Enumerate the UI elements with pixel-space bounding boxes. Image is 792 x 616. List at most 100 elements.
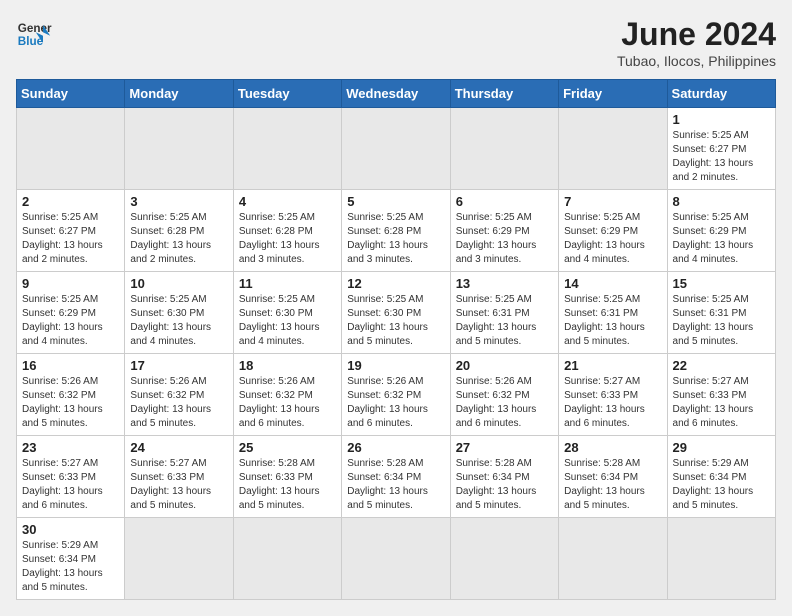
day-number: 6	[456, 194, 553, 209]
weekday-sunday: Sunday	[17, 80, 125, 108]
calendar-cell: 8Sunrise: 5:25 AM Sunset: 6:29 PM Daylig…	[667, 190, 775, 272]
day-info: Sunrise: 5:25 AM Sunset: 6:28 PM Dayligh…	[347, 211, 444, 267]
day-number: 21	[564, 358, 661, 373]
calendar-cell	[667, 518, 775, 600]
calendar-table: SundayMondayTuesdayWednesdayThursdayFrid…	[16, 79, 776, 600]
day-number: 1	[673, 112, 770, 127]
logo: General Blue	[16, 16, 52, 52]
calendar-cell	[342, 108, 450, 190]
day-number: 18	[239, 358, 336, 373]
calendar-cell: 10 Sunrise: 5:25 AM Sunset: 6:30 PM Dayli…	[125, 272, 233, 354]
weekday-friday: Friday	[559, 80, 667, 108]
day-info: Sunrise: 5:27 AM Sunset: 6:33 PM Dayligh…	[130, 457, 227, 513]
calendar-cell: 13Sunrise: 5:25 AM Sunset: 6:31 PM Dayli…	[450, 272, 558, 354]
day-info: Sunrise: 5:25 AM Sunset: 6:30 PM Dayligh…	[130, 293, 227, 349]
calendar-cell: 25Sunrise: 5:28 AM Sunset: 6:33 PM Dayli…	[233, 436, 341, 518]
calendar-cell: 4 Sunrise: 5:25 AM Sunset: 6:28 PM Daylig…	[233, 190, 341, 272]
day-number: 20	[456, 358, 553, 373]
day-number: 9	[22, 276, 119, 291]
day-info: Sunrise: 5:29 AM Sunset: 6:34 PM Dayligh…	[22, 539, 119, 595]
day-number: 17	[130, 358, 227, 373]
day-number: 22	[673, 358, 770, 373]
day-number: 13	[456, 276, 553, 291]
header: General Blue June 2024 Tubao, Ilocos, Ph…	[16, 16, 776, 69]
calendar-cell	[559, 108, 667, 190]
day-info: Sunrise: 5:25 AM Sunset: 6:29 PM Dayligh…	[22, 293, 119, 349]
calendar-cell: 14Sunrise: 5:25 AM Sunset: 6:31 PM Dayli…	[559, 272, 667, 354]
calendar-week-2: 2 Sunrise: 5:25 AM Sunset: 6:27 PM Daylig…	[17, 190, 776, 272]
day-number: 5	[347, 194, 444, 209]
calendar-cell	[17, 108, 125, 190]
day-number: 29	[673, 440, 770, 455]
day-info: Sunrise: 5:27 AM Sunset: 6:33 PM Dayligh…	[673, 375, 770, 431]
calendar-cell: 5 Sunrise: 5:25 AM Sunset: 6:28 PM Daylig…	[342, 190, 450, 272]
day-number: 30	[22, 522, 119, 537]
day-info: Sunrise: 5:28 AM Sunset: 6:34 PM Dayligh…	[347, 457, 444, 513]
day-number: 15	[673, 276, 770, 291]
day-number: 24	[130, 440, 227, 455]
calendar-cell: 30 Sunrise: 5:29 AM Sunset: 6:34 PM Dayli…	[17, 518, 125, 600]
day-info: Sunrise: 5:26 AM Sunset: 6:32 PM Dayligh…	[130, 375, 227, 431]
day-info: Sunrise: 5:26 AM Sunset: 6:32 PM Dayligh…	[456, 375, 553, 431]
day-info: Sunrise: 5:25 AM Sunset: 6:29 PM Dayligh…	[673, 211, 770, 267]
page-container: General Blue June 2024 Tubao, Ilocos, Ph…	[16, 16, 776, 600]
day-number: 26	[347, 440, 444, 455]
day-number: 10	[130, 276, 227, 291]
weekday-header-row: SundayMondayTuesdayWednesdayThursdayFrid…	[17, 80, 776, 108]
calendar-week-6: 30 Sunrise: 5:29 AM Sunset: 6:34 PM Dayli…	[17, 518, 776, 600]
calendar-cell: 15 Sunrise: 5:25 AM Sunset: 6:31 PM Dayli…	[667, 272, 775, 354]
calendar-cell: 16Sunrise: 5:26 AM Sunset: 6:32 PM Dayli…	[17, 354, 125, 436]
logo-icon: General Blue	[16, 16, 52, 52]
calendar-cell	[450, 108, 558, 190]
day-number: 11	[239, 276, 336, 291]
calendar-cell	[559, 518, 667, 600]
day-info: Sunrise: 5:28 AM Sunset: 6:34 PM Dayligh…	[456, 457, 553, 513]
calendar-cell: 12Sunrise: 5:25 AM Sunset: 6:30 PM Dayli…	[342, 272, 450, 354]
day-info: Sunrise: 5:25 AM Sunset: 6:31 PM Dayligh…	[673, 293, 770, 349]
calendar-cell: 1 Sunrise: 5:25 AM Sunset: 6:27 PM Daylig…	[667, 108, 775, 190]
calendar-cell: 27Sunrise: 5:28 AM Sunset: 6:34 PM Dayli…	[450, 436, 558, 518]
day-info: Sunrise: 5:27 AM Sunset: 6:33 PM Dayligh…	[22, 457, 119, 513]
calendar-cell	[233, 108, 341, 190]
calendar-week-5: 23 Sunrise: 5:27 AM Sunset: 6:33 PM Dayli…	[17, 436, 776, 518]
day-number: 4	[239, 194, 336, 209]
day-info: Sunrise: 5:25 AM Sunset: 6:29 PM Dayligh…	[564, 211, 661, 267]
calendar-cell: 18 Sunrise: 5:26 AM Sunset: 6:32 PM Dayli…	[233, 354, 341, 436]
day-info: Sunrise: 5:28 AM Sunset: 6:33 PM Dayligh…	[239, 457, 336, 513]
day-number: 19	[347, 358, 444, 373]
calendar-cell: 29Sunrise: 5:29 AM Sunset: 6:34 PM Dayli…	[667, 436, 775, 518]
day-number: 2	[22, 194, 119, 209]
day-info: Sunrise: 5:25 AM Sunset: 6:27 PM Dayligh…	[673, 129, 770, 185]
day-number: 3	[130, 194, 227, 209]
calendar-cell: 3 Sunrise: 5:25 AM Sunset: 6:28 PM Daylig…	[125, 190, 233, 272]
calendar-week-4: 16Sunrise: 5:26 AM Sunset: 6:32 PM Dayli…	[17, 354, 776, 436]
day-number: 23	[22, 440, 119, 455]
day-info: Sunrise: 5:26 AM Sunset: 6:32 PM Dayligh…	[239, 375, 336, 431]
day-number: 28	[564, 440, 661, 455]
weekday-thursday: Thursday	[450, 80, 558, 108]
weekday-monday: Monday	[125, 80, 233, 108]
calendar-week-1: 1 Sunrise: 5:25 AM Sunset: 6:27 PM Daylig…	[17, 108, 776, 190]
calendar-title: June 2024	[617, 16, 776, 53]
day-info: Sunrise: 5:26 AM Sunset: 6:32 PM Dayligh…	[347, 375, 444, 431]
calendar-subtitle: Tubao, Ilocos, Philippines	[617, 53, 776, 69]
title-area: June 2024 Tubao, Ilocos, Philippines	[617, 16, 776, 69]
day-info: Sunrise: 5:26 AM Sunset: 6:32 PM Dayligh…	[22, 375, 119, 431]
calendar-cell: 9 Sunrise: 5:25 AM Sunset: 6:29 PM Daylig…	[17, 272, 125, 354]
calendar-cell: 26 Sunrise: 5:28 AM Sunset: 6:34 PM Dayli…	[342, 436, 450, 518]
calendar-cell: 6 Sunrise: 5:25 AM Sunset: 6:29 PM Daylig…	[450, 190, 558, 272]
calendar-cell: 11 Sunrise: 5:25 AM Sunset: 6:30 PM Dayli…	[233, 272, 341, 354]
calendar-cell	[450, 518, 558, 600]
day-info: Sunrise: 5:25 AM Sunset: 6:31 PM Dayligh…	[564, 293, 661, 349]
calendar-cell	[125, 518, 233, 600]
calendar-cell: 23 Sunrise: 5:27 AM Sunset: 6:33 PM Dayli…	[17, 436, 125, 518]
day-info: Sunrise: 5:25 AM Sunset: 6:30 PM Dayligh…	[239, 293, 336, 349]
day-info: Sunrise: 5:25 AM Sunset: 6:28 PM Dayligh…	[239, 211, 336, 267]
day-info: Sunrise: 5:25 AM Sunset: 6:29 PM Dayligh…	[456, 211, 553, 267]
calendar-cell: 17 Sunrise: 5:26 AM Sunset: 6:32 PM Dayli…	[125, 354, 233, 436]
day-info: Sunrise: 5:25 AM Sunset: 6:28 PM Dayligh…	[130, 211, 227, 267]
calendar-cell	[342, 518, 450, 600]
day-info: Sunrise: 5:25 AM Sunset: 6:27 PM Dayligh…	[22, 211, 119, 267]
calendar-cell: 19 Sunrise: 5:26 AM Sunset: 6:32 PM Dayli…	[342, 354, 450, 436]
day-number: 12	[347, 276, 444, 291]
